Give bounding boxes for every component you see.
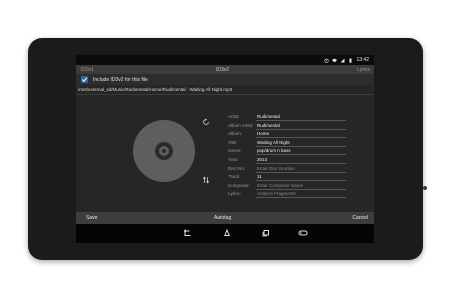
tag-field-label: Artist: — [228, 114, 240, 119]
field-underline — [256, 180, 346, 181]
back-icon[interactable] — [182, 229, 192, 237]
tag-field-label: Title: — [228, 139, 238, 145]
checkmark-icon — [81, 77, 88, 83]
file-path: /mnt/external_sd/Music/Rudimental/Home/R… — [78, 87, 233, 92]
recent-apps-icon[interactable] — [261, 229, 271, 237]
navigation-bar — [76, 224, 374, 243]
alarm-icon — [324, 58, 330, 63]
tab-id3v2[interactable]: ID3v2 — [216, 67, 229, 73]
status-time: 13:42 — [356, 57, 369, 63]
tab-id3v1[interactable]: ID3v1 — [81, 67, 94, 73]
field-underline — [256, 154, 346, 155]
field-underline — [256, 145, 346, 147]
include-id3v2-checkbox[interactable] — [81, 76, 88, 83]
tag-field-input[interactable]: Analyze Fragments — [257, 191, 296, 196]
tag-field-row: Composer: Enter Composer Name — [228, 182, 374, 191]
field-underline — [256, 171, 346, 173]
refresh-icon[interactable] — [202, 118, 210, 126]
tag-field-input[interactable]: Rudimental — [257, 114, 280, 119]
tag-field-input[interactable]: pop/drum n bass — [257, 148, 291, 153]
tag-field-input[interactable]: Enter Disc Number — [257, 166, 295, 171]
tag-field-label: Disc.No: — [228, 165, 246, 171]
status-icons: 13:42 — [324, 57, 369, 63]
tablet-sensor — [423, 186, 427, 190]
tag-field-row: Track: 11 — [228, 173, 374, 182]
field-underline — [256, 120, 346, 121]
tag-field-input[interactable]: Waiting All Night — [257, 140, 290, 145]
include-id3v2-row[interactable]: Include ID3v2 for this file — [76, 74, 374, 85]
field-underline — [256, 188, 346, 190]
tag-field-row: Album Artist: Rudimental — [228, 122, 374, 131]
tag-field-input[interactable]: Home — [257, 131, 269, 136]
tag-field-label: Track: — [228, 174, 241, 180]
wifi-icon — [332, 58, 338, 62]
tag-field-label: Lyrics: — [228, 191, 241, 197]
tag-fields: Artist: Rudimental Album Artist: Rudimental… — [228, 113, 374, 199]
device-screen: 13:42 ID3v1 ID3v2 Lyrics Include ID3v2 f… — [76, 55, 374, 243]
tag-field-label: Album Artist: — [228, 122, 254, 128]
save-button[interactable]: Save — [86, 215, 97, 221]
tag-tabs-bar: ID3v1 ID3v2 Lyrics — [76, 65, 374, 74]
bottom-action-bar: Save Autotag Cancel — [76, 212, 374, 224]
home-icon[interactable] — [222, 229, 232, 237]
swap-vertical-icon[interactable] — [202, 176, 210, 184]
tag-field-input[interactable]: Rudimental — [257, 123, 280, 128]
tag-field-row: Year: 2013 — [228, 156, 374, 165]
tag-field-input[interactable]: Enter Composer Name — [257, 183, 303, 188]
cancel-button[interactable]: Cancel — [352, 215, 368, 221]
battery-icon — [349, 57, 352, 63]
tag-field-label: Album: — [228, 131, 243, 137]
divider — [76, 94, 374, 95]
field-underline — [256, 162, 346, 164]
album-art-placeholder[interactable] — [133, 120, 195, 182]
field-underline — [256, 137, 346, 138]
autotag-button[interactable]: Autotag — [214, 215, 231, 221]
tag-field-input[interactable]: 11 — [257, 174, 262, 179]
tag-field-row: Disc.No: Enter Disc Number — [228, 165, 374, 174]
tag-field-row: Title: Waiting All Night — [228, 139, 374, 148]
tag-field-row: Artist: Rudimental — [228, 113, 374, 122]
field-underline — [256, 128, 346, 130]
disc-hole — [162, 149, 166, 153]
tag-field-input[interactable]: 2013 — [257, 157, 267, 162]
tag-field-label: Genre: — [228, 148, 242, 154]
tag-field-label: Composer: — [228, 182, 251, 188]
field-underline — [256, 197, 346, 198]
tab-lyrics[interactable]: Lyrics — [357, 67, 370, 73]
tag-field-row: Album: Home — [228, 130, 374, 139]
tag-field-label: Year: — [228, 156, 239, 162]
gamepad-icon[interactable] — [298, 229, 308, 237]
signal-icon — [340, 58, 345, 62]
status-bar: 13:42 — [76, 55, 374, 65]
tag-field-row: Lyrics: Analyze Fragments — [228, 190, 374, 199]
tag-field-row: Genre: pop/drum n bass — [228, 147, 374, 156]
include-id3v2-label: Include ID3v2 for this file — [93, 77, 148, 83]
